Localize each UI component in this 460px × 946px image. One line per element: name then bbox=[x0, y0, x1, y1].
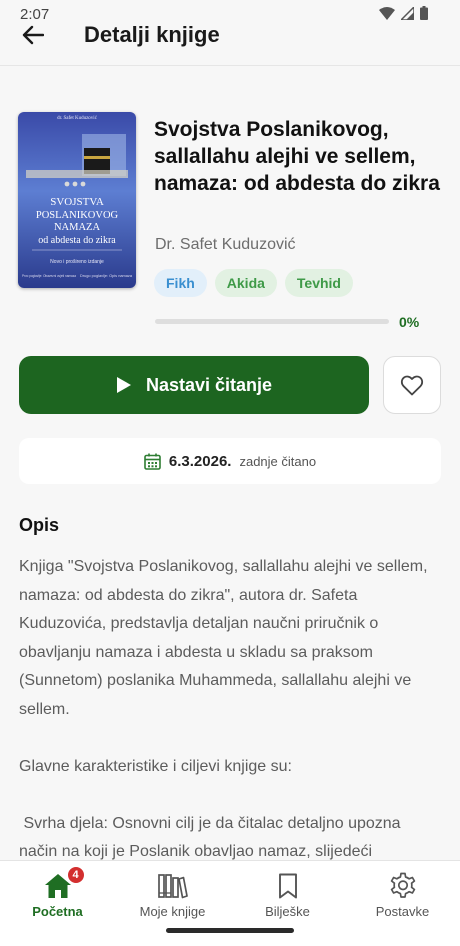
battery-icon bbox=[420, 6, 428, 20]
tag-akida[interactable]: Akida bbox=[214, 269, 277, 297]
continue-reading-button[interactable]: Nastavi čitanje bbox=[19, 356, 369, 414]
tag-fikh[interactable]: Fikh bbox=[154, 269, 207, 297]
wifi-icon bbox=[379, 6, 395, 20]
reading-progress-percent: 0% bbox=[399, 314, 420, 330]
last-read-date: 6.3.2026. bbox=[168, 452, 232, 470]
reading-progress-bar bbox=[155, 319, 389, 324]
cover-title-line-3: NAMAZA bbox=[54, 222, 100, 233]
cover-title-line-1: SVOJSTVA bbox=[50, 196, 104, 208]
book-title: Svojstva Poslanikovog, sallallahu alejhi… bbox=[154, 118, 440, 195]
tag-list: Fikh Akida Tevhid bbox=[154, 269, 353, 297]
signal-icon bbox=[401, 6, 414, 20]
notification-badge: 4 bbox=[65, 865, 86, 885]
cover-title-line-4: od abdesta do zikra bbox=[38, 235, 116, 246]
arrow-back-icon bbox=[22, 25, 44, 45]
library-icon bbox=[157, 874, 188, 899]
nav-label-notes: Bilješke bbox=[265, 904, 310, 919]
last-read-label: zadnje čitano bbox=[239, 453, 317, 469]
home-indicator bbox=[166, 928, 294, 933]
book-cover: dr. Safet Kuduzović SVOJSTVA POSLANIKOVO… bbox=[18, 112, 136, 288]
bottom-navigation: 4 Početna Moje knjige Bilješke Postavke bbox=[0, 860, 460, 946]
nav-item-notes[interactable]: Bilješke bbox=[230, 861, 345, 927]
cover-chapter-right: Drugo poglavlje: Opis namaza bbox=[80, 274, 132, 278]
description-paragraph: Knjiga "Svojstva Poslanikovog, sallallah… bbox=[19, 558, 428, 718]
tag-tevhid[interactable]: Tevhid bbox=[284, 269, 353, 297]
nav-item-my-books[interactable]: Moje knjige bbox=[115, 861, 230, 927]
nav-item-settings[interactable]: Postavke bbox=[345, 861, 460, 927]
status-time: 2:07 bbox=[20, 6, 50, 23]
cover-author: dr. Safet Kuduzović bbox=[57, 116, 98, 121]
book-author: Dr. Safet Kuduzović bbox=[155, 236, 296, 253]
cover-subtitle: Novo i prošireno izdanje bbox=[50, 259, 104, 265]
nav-item-home[interactable]: 4 Početna bbox=[0, 861, 115, 927]
nav-label-settings: Postavke bbox=[375, 904, 430, 919]
status-bar: 2:07 bbox=[0, 0, 460, 23]
heart-icon bbox=[400, 375, 424, 396]
description-paragraph: Glavne karakteristike i ciljevi knjige s… bbox=[19, 757, 292, 775]
description-paragraph: Svrha djela: Osnovni cilj je da čitalac … bbox=[19, 814, 406, 861]
app-bar: Detalji knjige bbox=[0, 22, 460, 66]
favorite-button[interactable] bbox=[383, 356, 441, 414]
description-body[interactable]: Knjiga "Svojstva Poslanikovog, sallallah… bbox=[19, 553, 443, 860]
bookmark-icon bbox=[278, 873, 297, 899]
last-read-card: 6.3.2026. zadnje čitano bbox=[19, 438, 441, 484]
gear-icon bbox=[390, 872, 415, 898]
nav-label-my-books: Moje knjige bbox=[139, 904, 206, 919]
continue-reading-label: Nastavi čitanje bbox=[145, 374, 273, 395]
calendar-icon bbox=[144, 453, 161, 470]
cover-title-line-2: POSLANIKOVOG bbox=[36, 210, 119, 221]
back-button[interactable] bbox=[20, 22, 46, 48]
nav-label-home: Početna bbox=[32, 904, 83, 919]
description-heading: Opis bbox=[19, 515, 60, 535]
cover-chapter-left: Prvo poglavlje: Obavezni uvjeti namaza bbox=[22, 274, 76, 278]
play-icon bbox=[116, 377, 131, 393]
status-icons bbox=[379, 6, 428, 20]
page-title: Detalji knjige bbox=[84, 22, 220, 47]
